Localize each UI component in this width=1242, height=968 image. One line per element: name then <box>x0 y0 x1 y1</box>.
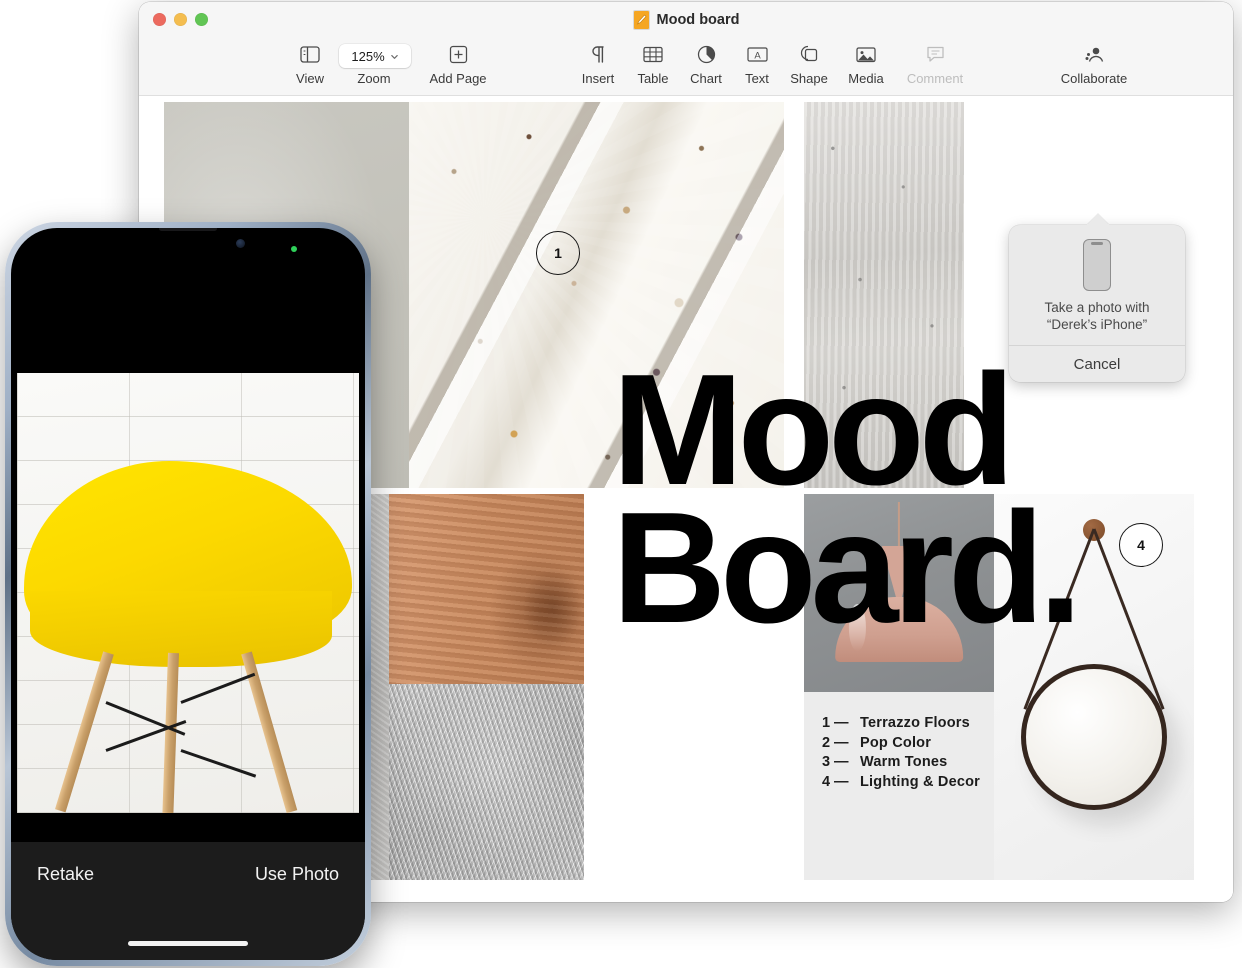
mood-board-legend-panel: 1— Terrazzo Floors 2— Pop Color 3— Warm Ton… <box>804 692 994 880</box>
popover-message-line-2: “Derek’s iPhone” <box>1046 317 1148 332</box>
front-camera-icon <box>236 239 245 248</box>
legend-label-3: Warm Tones <box>860 754 948 770</box>
shapes-icon <box>799 40 819 68</box>
callout-badge-4[interactable]: 4 <box>1119 523 1163 567</box>
camera-in-use-indicator <box>291 246 297 252</box>
toolbar-label-media: Media <box>848 71 884 86</box>
legend-number-2: 2 <box>822 734 831 751</box>
legend-row-3: 3— Warm Tones <box>822 753 980 773</box>
window-titlebar: Mood board <box>139 2 1233 38</box>
iphone-glyph-icon <box>1083 239 1111 291</box>
yellow-chair-graphic <box>23 461 353 813</box>
table-icon <box>643 40 663 68</box>
captured-photo-preview <box>17 373 359 813</box>
legend-dash-1: — <box>834 715 849 731</box>
comment-bubble-icon <box>926 40 945 68</box>
legend-list: 1— Terrazzo Floors 2— Pop Color 3— Warm Ton… <box>822 714 980 792</box>
iphone-device: Retake Use Photo <box>5 222 371 966</box>
popover-arrow <box>1087 214 1109 225</box>
traffic-light-group <box>153 13 208 26</box>
toolbar-label-collaborate: Collaborate <box>1060 71 1128 86</box>
tile-wood[interactable] <box>389 494 584 684</box>
pages-document-icon <box>632 10 650 30</box>
camera-preview-actionbar: Retake Use Photo <box>11 842 365 960</box>
svg-text:A: A <box>754 50 761 61</box>
iphone-notch <box>105 228 271 258</box>
popover-cancel-button[interactable]: Cancel <box>1009 346 1185 382</box>
toolbar-button-format[interactable]: Format <box>1214 40 1233 86</box>
screenshot-stage: Mood board View 125% Zoom Add Page Inser… <box>0 0 1242 968</box>
toolbar-label-add-page: Add Page <box>429 71 487 86</box>
legend-row-2: 2— Pop Color <box>822 734 980 754</box>
photo-icon <box>856 40 876 68</box>
tile-round-mirror[interactable] <box>994 494 1194 880</box>
pencil-glyph <box>636 14 647 25</box>
maximize-button[interactable] <box>195 13 208 26</box>
toolbar-button-comment[interactable]: Comment <box>892 40 978 86</box>
collaborate-person-icon <box>1084 40 1105 68</box>
pendant-lamp-graphic <box>825 501 973 684</box>
legend-row-4: 4— Lighting & Decor <box>822 773 980 793</box>
tile-fur-rug[interactable] <box>389 684 584 880</box>
callout-badge-1-number: 1 <box>554 245 562 261</box>
plus-square-icon <box>449 40 468 68</box>
pilcrow-icon <box>590 40 606 68</box>
toolbar-button-add-page[interactable]: Add Page <box>415 40 501 86</box>
popover-message: Take a photo with “Derek’s iPhone” <box>1019 299 1175 333</box>
iphone-screen[interactable]: Retake Use Photo <box>11 228 365 960</box>
legend-number-4: 4 <box>822 773 831 790</box>
legend-number-3: 3 <box>822 754 831 770</box>
popover-message-line-1: Take a photo with <box>1044 300 1150 315</box>
earpiece-speaker-icon <box>159 228 217 231</box>
text-box-icon: A <box>746 40 768 68</box>
app-toolbar: View 125% Zoom Add Page Insert Table Cha… <box>139 38 1233 96</box>
tile-terrazzo[interactable] <box>409 102 784 488</box>
legend-dash-2: — <box>834 734 849 751</box>
legend-label-2: Pop Color <box>860 734 932 751</box>
window-title-group: Mood board <box>139 10 1233 30</box>
tile-concrete[interactable] <box>804 102 964 488</box>
home-indicator[interactable] <box>128 941 248 946</box>
close-button[interactable] <box>153 13 166 26</box>
toolbar-label-view: View <box>296 71 324 86</box>
pie-chart-icon <box>697 40 716 68</box>
legend-number-1: 1 <box>822 715 831 731</box>
toolbar-label-comment: Comment <box>906 71 964 86</box>
legend-dash-4: — <box>834 773 849 790</box>
legend-label-4: Lighting & Decor <box>860 773 980 790</box>
terrazzo-fold-shading <box>409 102 784 488</box>
chevron-down-icon <box>390 54 398 59</box>
minimize-button[interactable] <box>174 13 187 26</box>
mirror-glass <box>1021 663 1167 810</box>
legend-dash-3: — <box>834 754 849 770</box>
toolbar-label-zoom: Zoom <box>357 71 391 86</box>
sidebar-icon <box>300 40 320 68</box>
popover-cancel-label: Cancel <box>1073 355 1121 373</box>
window-title-text: Mood board <box>656 12 740 28</box>
legend-row-1: 1— Terrazzo Floors <box>822 714 980 734</box>
retake-button[interactable]: Retake <box>37 864 94 885</box>
continuity-camera-popover: Take a photo with “Derek’s iPhone” Cance… <box>1009 214 1185 382</box>
legend-label-1: Terrazzo Floors <box>860 715 970 731</box>
toolbar-label-zoom-wrap: Zoom <box>331 68 417 86</box>
popover-body: Take a photo with “Derek’s iPhone” <box>1009 225 1185 333</box>
zoom-select[interactable]: 125% <box>339 44 411 68</box>
callout-badge-1[interactable]: 1 <box>536 231 580 275</box>
callout-badge-4-number: 4 <box>1137 537 1145 553</box>
toolbar-button-collaborate[interactable]: Collaborate <box>1051 40 1137 86</box>
tile-pendant-lamp[interactable] <box>804 494 994 692</box>
zoom-value: 125% <box>351 48 385 64</box>
use-photo-button[interactable]: Use Photo <box>255 864 339 885</box>
